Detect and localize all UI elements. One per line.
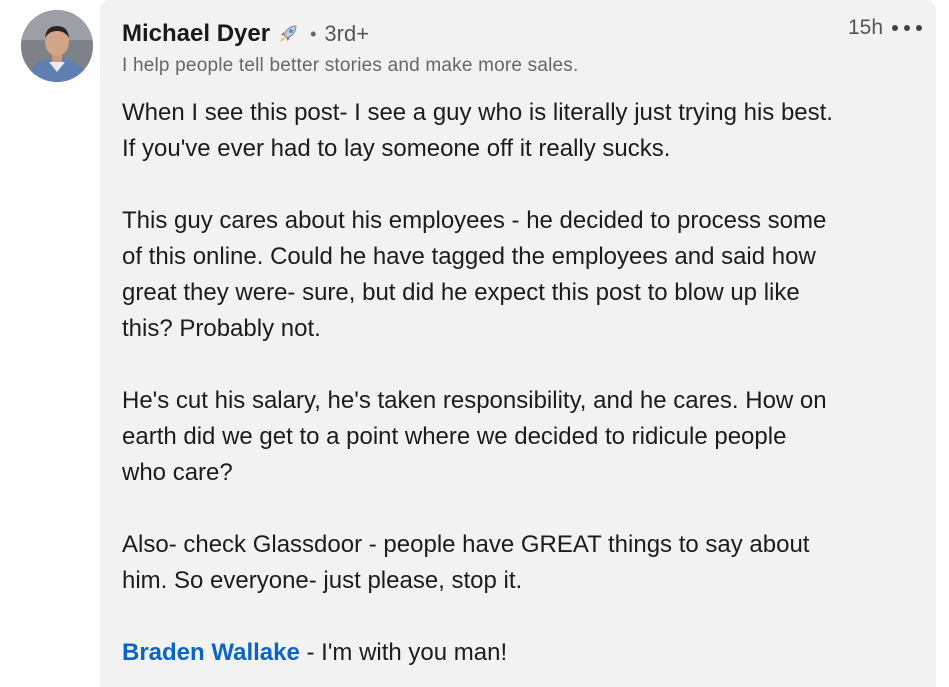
ellipsis-icon bbox=[904, 25, 910, 31]
comment-line: this? Probably not. bbox=[122, 315, 321, 342]
author-headline: I help people tell better stories and ma… bbox=[122, 55, 579, 76]
comment-paragraph: He's cut his salary, he's taken responsi… bbox=[122, 383, 922, 491]
connection-degree: 3rd+ bbox=[324, 21, 370, 46]
comment-line: who care? bbox=[122, 459, 233, 486]
page-edge bbox=[936, 0, 949, 687]
mention-followup-text: - I'm with you man! bbox=[299, 639, 508, 666]
avatar-photo bbox=[21, 10, 93, 82]
author-line: Michael Dyer • 3rd+ bbox=[122, 18, 369, 50]
separator-dot: • bbox=[310, 23, 317, 44]
comment-line: great they were- sure, but did he expect… bbox=[122, 279, 800, 306]
author-name[interactable]: Michael Dyer bbox=[122, 20, 270, 48]
comment-paragraph: Braden Wallake - I'm with you man! bbox=[122, 635, 922, 671]
comment-line: When I see this post- I see a guy who is… bbox=[122, 99, 833, 126]
comment-paragraph: This guy cares about his employees - he … bbox=[122, 203, 922, 347]
mention-link[interactable]: Braden Wallake bbox=[122, 639, 300, 666]
rocket-icon bbox=[276, 22, 300, 46]
comment-frame: Michael Dyer • 3rd+ I help people tell b… bbox=[0, 0, 949, 687]
comment-paragraph: Also- check Glassdoor - people have GREA… bbox=[122, 527, 922, 599]
comment-line: Also- check Glassdoor - people have GREA… bbox=[122, 531, 810, 558]
ellipsis-icon bbox=[892, 25, 898, 31]
author-avatar[interactable] bbox=[21, 10, 93, 82]
comment-line: of this online. Could he have tagged the… bbox=[122, 243, 816, 270]
comment-line: Braden Wallake - I'm with you man! bbox=[122, 635, 922, 671]
comment-text: When I see this post- I see a guy who is… bbox=[122, 95, 922, 687]
comment-line: earth did we get to a point where we dec… bbox=[122, 423, 787, 450]
comment-paragraph: When I see this post- I see a guy who is… bbox=[122, 95, 922, 167]
ellipsis-icon bbox=[916, 25, 922, 31]
comment-line: He's cut his salary, he's taken responsi… bbox=[122, 387, 827, 414]
comment-line: him. So everyone- just please, stop it. bbox=[122, 567, 523, 594]
more-options-button[interactable] bbox=[892, 18, 922, 38]
comment-line: If you've ever had to lay someone off it… bbox=[122, 135, 671, 162]
comment-line: This guy cares about his employees - he … bbox=[122, 207, 827, 234]
comment-timestamp: 15h bbox=[848, 16, 884, 39]
